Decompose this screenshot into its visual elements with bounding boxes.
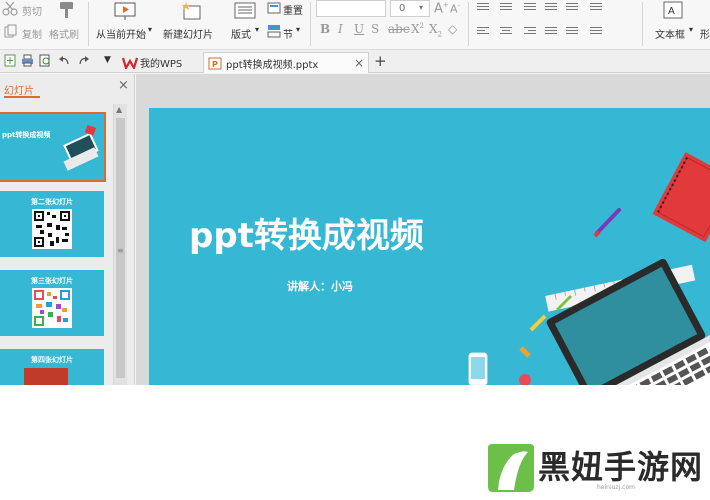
slide-thumbnail-4[interactable]: 第四张幻灯片	[0, 349, 104, 385]
align-center-icon[interactable]	[500, 27, 512, 37]
colorful-qr-code-image	[32, 288, 72, 328]
divider	[88, 2, 89, 46]
dropdown-arrow-icon: ▾	[296, 25, 301, 34]
brush-icon	[60, 2, 73, 18]
ribbon-toolbar: 剪切 复制 格式刷 从当前开始 ▾ 新建幻灯片 版式 ▾ 重置 节 ▾ 0 ▾ …	[0, 0, 710, 50]
laptop-desk-illustration	[468, 152, 710, 385]
thumbnail-title: 第二张幻灯片	[31, 198, 73, 206]
underline-icon[interactable]: U	[354, 22, 364, 36]
reset-label: 重置	[283, 6, 303, 17]
dropdown-arrow-icon: ▾	[419, 3, 424, 12]
shadow-icon[interactable]: S	[371, 22, 379, 36]
subscript-icon[interactable]: X2	[429, 22, 442, 38]
increase-indent-icon[interactable]	[545, 3, 557, 13]
scissors-icon	[2, 2, 18, 16]
text-box-icon: A	[663, 1, 683, 19]
text-direction-icon[interactable]	[590, 3, 602, 13]
new-slide-icon	[182, 2, 201, 20]
clear-format-icon[interactable]: ◇	[448, 22, 457, 36]
new-slide-label: 新建幻灯片	[163, 30, 213, 41]
thumbnail-title: 第三张幻灯片	[31, 277, 73, 285]
strikethrough-icon[interactable]: abc	[388, 22, 410, 36]
tab-my-wps[interactable]: 我的WPS	[120, 52, 202, 73]
panel-scrollbar[interactable]: ▲	[113, 104, 127, 385]
divider	[310, 2, 311, 46]
columns-icon[interactable]	[590, 27, 602, 37]
panel-title: 幻灯片	[4, 86, 34, 97]
watermark-brand: 黑妞手游网	[538, 448, 704, 486]
shape-button[interactable]: 形	[700, 26, 710, 41]
slide-subtitle[interactable]: 讲解人：小冯	[287, 278, 353, 294]
laptop-illustration	[63, 124, 99, 171]
scroll-up-icon[interactable]: ▲	[116, 105, 122, 114]
slideshow-play-icon	[114, 2, 136, 20]
cut-label: 剪切	[22, 7, 42, 18]
site-logo	[488, 444, 534, 492]
section-label: 节	[283, 30, 293, 41]
bold-icon[interactable]: B	[320, 22, 330, 36]
shrink-font-icon[interactable]: A-	[450, 2, 460, 16]
number-list-icon[interactable]	[500, 3, 512, 13]
italic-icon[interactable]: I	[338, 22, 343, 36]
font-size-value: 0	[399, 3, 406, 14]
slide-thumbnail-1[interactable]: ppt转换成视频	[0, 112, 106, 182]
slide-thumbnail-3[interactable]: 第三张幻灯片	[0, 270, 104, 336]
line-spacing-icon[interactable]	[566, 3, 578, 13]
justify-icon[interactable]	[545, 27, 557, 37]
format-painter-label: 格式刷	[49, 30, 79, 41]
grow-font-icon[interactable]: A+	[434, 1, 449, 16]
section-icon	[267, 25, 281, 38]
bullet-list-icon[interactable]	[477, 3, 489, 13]
align-left-icon[interactable]	[477, 27, 489, 37]
tab-label: ppt转换成视频.pptx	[226, 59, 319, 71]
quick-access-bar: ▼ 我的WPS P ppt转换成视频.pptx × +	[0, 50, 710, 73]
panel-title-underline	[4, 96, 40, 98]
svg-text:A: A	[668, 6, 675, 17]
divider	[468, 2, 469, 46]
slide-thumbnail-2[interactable]: 第二张幻灯片	[0, 191, 104, 257]
font-size-select[interactable]: 0 ▾	[390, 0, 430, 17]
panel-resize-handle[interactable]: ≡	[117, 246, 124, 255]
slide-title[interactable]: ppt转换成视频	[189, 208, 424, 257]
slides-panel: 幻灯片 × ppt转换成视频 第二张幻灯片 第三张幻灯片 第四张幻灯片 ▲ ≡	[0, 74, 135, 385]
distribute-icon[interactable]	[566, 27, 578, 37]
undo-icon[interactable]	[58, 55, 70, 66]
close-panel-icon[interactable]: ×	[118, 78, 129, 93]
wps-logo-icon	[122, 57, 138, 69]
from-current-label: 从当前开始	[96, 30, 146, 41]
redo-icon[interactable]	[78, 55, 90, 66]
text-box-label: 文本框	[655, 30, 685, 41]
slide-editor: ppt转换成视频 讲解人：小冯	[136, 74, 710, 385]
dropdown-arrow-icon: ▾	[689, 25, 694, 34]
new-tab-button[interactable]: +	[374, 52, 387, 70]
watermark-url: heiniuzj.com	[597, 484, 635, 491]
slide-canvas[interactable]: ppt转换成视频 讲解人：小冯	[149, 108, 710, 385]
layout-icon	[234, 2, 256, 19]
divider	[642, 2, 643, 46]
tab-document[interactable]: P ppt转换成视频.pptx ×	[203, 52, 369, 73]
font-family-select[interactable]	[316, 0, 386, 17]
copy-icon	[4, 24, 17, 38]
qr-code-image	[32, 209, 72, 249]
tab-label: 我的WPS	[140, 59, 183, 70]
customize-dropdown-icon[interactable]: ▼	[104, 55, 111, 65]
reset-icon	[267, 2, 281, 14]
decrease-indent-icon[interactable]	[524, 3, 536, 13]
thumbnail-image	[24, 368, 68, 385]
dropdown-arrow-icon: ▾	[255, 25, 260, 34]
close-tab-icon[interactable]: ×	[354, 56, 364, 70]
print-preview-icon[interactable]	[39, 54, 52, 67]
presentation-file-icon: P	[208, 57, 222, 69]
align-right-icon[interactable]	[524, 27, 536, 37]
new-document-icon[interactable]	[4, 54, 16, 67]
layout-label: 版式	[231, 30, 251, 41]
dropdown-arrow-icon: ▾	[148, 25, 153, 34]
thumbnail-title: 第四张幻灯片	[31, 356, 73, 364]
copy-label: 复制	[22, 30, 42, 41]
svg-text:P: P	[212, 60, 218, 69]
print-icon[interactable]	[21, 54, 34, 67]
superscript-icon[interactable]: X2	[411, 22, 424, 36]
wps-presentation-app: 剪切 复制 格式刷 从当前开始 ▾ 新建幻灯片 版式 ▾ 重置 节 ▾ 0 ▾ …	[0, 0, 710, 385]
